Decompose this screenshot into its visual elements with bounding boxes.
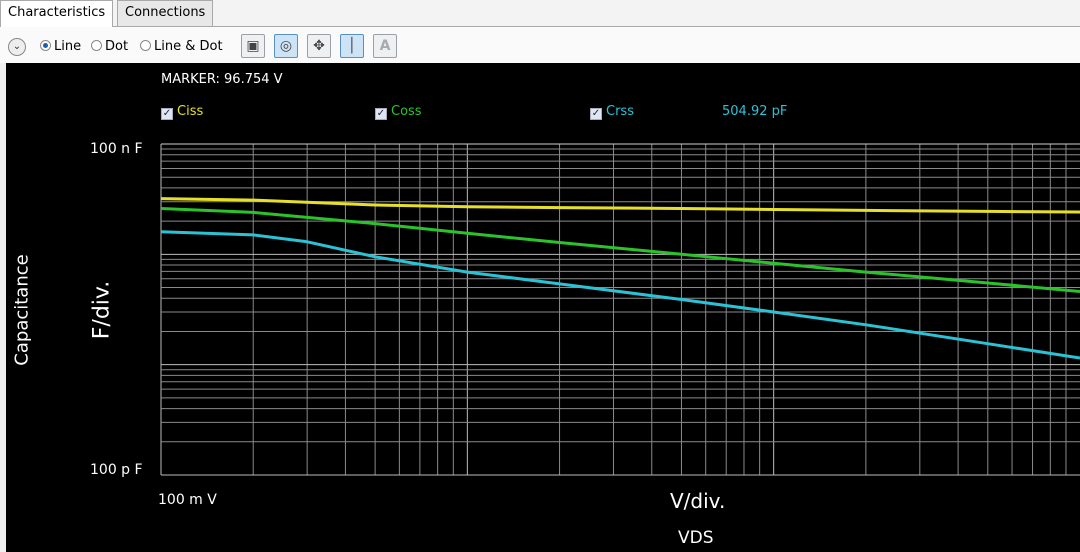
radio-line[interactable]: Line: [40, 39, 81, 55]
checkbox-ciss[interactable]: ✓: [161, 108, 173, 120]
marker-icon: │: [347, 38, 357, 54]
move-icon: ✥: [313, 38, 325, 54]
checkbox-crss[interactable]: ✓: [590, 108, 602, 120]
y-div-label: F/div.: [89, 280, 115, 340]
collapse-button[interactable]: ⌄: [8, 38, 26, 56]
marker-value: 504.92 pF: [722, 104, 788, 119]
target-button[interactable]: ◎: [274, 34, 298, 58]
radio-line-dot-label: Line & Dot: [154, 39, 223, 54]
y-axis-title: Capacitance: [11, 254, 33, 366]
y-top-label: 100 n F: [90, 141, 143, 157]
camera-icon: ▣: [246, 38, 260, 54]
toolbar: ⌄ Line Dot Line & Dot ▣ ◎ ✥ │ A: [0, 27, 1080, 63]
radio-dot-label: Dot: [105, 39, 129, 54]
chart-svg: [160, 143, 1080, 476]
plot-area[interactable]: [6, 63, 1080, 552]
target-icon: ◎: [279, 38, 293, 54]
x-axis-title: VDS: [678, 528, 714, 548]
text-button[interactable]: A: [373, 34, 397, 58]
legend-coss-label: Coss: [391, 104, 422, 119]
marker-button[interactable]: │: [340, 34, 364, 58]
legend-ciss-label: Ciss: [177, 104, 204, 119]
tab-bar: Characteristics Connections: [0, 0, 1080, 28]
radio-dot[interactable]: Dot: [91, 39, 128, 55]
radio-line-dot[interactable]: Line & Dot: [140, 39, 223, 55]
radio-dot-indicator: [91, 40, 102, 51]
x-div-label: V/div.: [670, 489, 726, 513]
y-bottom-label: 100 p F: [90, 462, 143, 478]
radio-line-dot-indicator: [140, 40, 151, 51]
series-line-ciss: [160, 197, 1080, 214]
legend-crss[interactable]: ✓ Crss: [590, 104, 634, 120]
text-icon: A: [379, 38, 391, 54]
chevron-down-icon: ⌄: [12, 41, 22, 52]
x-left-label: 100 m V: [158, 492, 217, 508]
series-line-crss: [160, 230, 1080, 360]
move-button[interactable]: ✥: [307, 34, 331, 58]
marker-readout: MARKER: 96.754 V: [161, 72, 283, 87]
legend-coss[interactable]: ✓ Coss: [375, 104, 422, 120]
legend-crss-label: Crss: [606, 104, 634, 119]
camera-button[interactable]: ▣: [241, 34, 265, 58]
radio-line-label: Line: [54, 39, 82, 54]
checkbox-coss[interactable]: ✓: [375, 108, 387, 120]
tab-characteristics[interactable]: Characteristics: [0, 0, 114, 28]
tab-connections[interactable]: Connections: [117, 0, 214, 26]
legend-ciss[interactable]: ✓ Ciss: [161, 104, 204, 120]
radio-line-indicator: [40, 40, 51, 51]
